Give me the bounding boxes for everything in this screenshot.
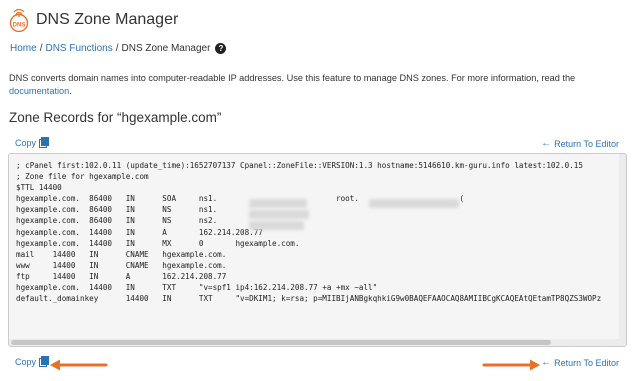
zone-record-line: hgexample.com. 14400 IN TXT "v=spf1 ip4:… xyxy=(16,283,378,293)
dns-satellite-icon: DNS xyxy=(8,6,30,32)
breadcrumb-separator: / xyxy=(115,43,119,54)
zone-record-line: www 14400 IN CNAME hgexample.com. xyxy=(16,260,227,270)
return-to-editor-button-bottom[interactable]: ← Return To Editor xyxy=(541,357,619,368)
vertical-scrollbar[interactable] xyxy=(619,154,626,346)
documentation-link[interactable]: documentation xyxy=(9,86,69,96)
horizontal-scrollbar[interactable] xyxy=(9,339,626,346)
breadcrumb-separator: / xyxy=(39,43,43,54)
redacted-block xyxy=(249,199,307,208)
description-text: DNS converts domain names into computer-… xyxy=(9,73,576,83)
return-label: Return To Editor xyxy=(554,138,619,149)
zone-record-line: hgexample.com. 14400 IN A 162.214.208.77 xyxy=(16,227,263,237)
breadcrumb: Home / DNS Functions / DNS Zone Manager … xyxy=(10,43,227,54)
zone-record-line: hgexample.com. 14400 IN MX 0 hgexample.c… xyxy=(16,238,300,248)
zone-record-line: hgexample.com. 86400 IN NS ns2. xyxy=(16,216,218,226)
redacted-block xyxy=(369,199,459,208)
zone-record-line: ; cPanel first:102.0.11 (update_time):16… xyxy=(16,161,583,170)
copy-button-bottom[interactable]: Copy xyxy=(15,355,50,367)
zone-records-box[interactable]: ; cPanel first:102.0.11 (update_time):16… xyxy=(8,153,627,347)
copy-icon xyxy=(39,136,50,148)
arrow-left-icon: ← xyxy=(541,357,552,368)
breadcrumb-home-link[interactable]: Home xyxy=(10,43,37,54)
return-to-editor-button-top[interactable]: ← Return To Editor xyxy=(541,138,619,149)
copy-icon xyxy=(39,355,50,367)
copy-label: Copy xyxy=(15,138,37,148)
breadcrumb-current: DNS Zone Manager xyxy=(121,43,211,54)
page-title: DNS Zone Manager xyxy=(36,11,179,28)
page-header: DNS DNS Zone Manager xyxy=(8,6,178,32)
copy-button-top[interactable]: Copy xyxy=(15,136,50,148)
orange-annotation-arrow-left xyxy=(50,359,108,371)
zone-record-line: ftp 14400 IN A 162.214.208.77 xyxy=(16,271,227,281)
question-circle-icon[interactable]: ? xyxy=(215,43,227,54)
page-description: DNS converts domain names into computer-… xyxy=(9,72,629,98)
copy-label: Copy xyxy=(15,357,37,367)
zone-record-line: $TTL 14400 xyxy=(16,183,62,193)
zone-records-text[interactable]: ; cPanel first:102.0.11 (update_time):16… xyxy=(9,154,626,310)
redacted-block xyxy=(249,210,309,219)
zone-records-title: Zone Records for “hgexample.com” xyxy=(9,110,222,125)
description-end: . xyxy=(69,86,72,96)
arrow-left-icon: ← xyxy=(541,138,552,149)
zone-record-line: default._domainkey 14400 IN TXT "v=DKIM1… xyxy=(16,294,602,304)
breadcrumb-dns-functions-link[interactable]: DNS Functions xyxy=(45,43,112,54)
horizontal-scrollbar-thumb[interactable] xyxy=(11,340,551,345)
dns-icon-label: DNS xyxy=(13,23,26,29)
zone-record-line: ; Zone file for hgexample.com xyxy=(16,172,149,182)
return-label: Return To Editor xyxy=(554,357,619,368)
redacted-block xyxy=(249,221,304,230)
zone-record-line: hgexample.com. 86400 IN NS ns1. xyxy=(16,205,218,215)
zone-record-line: mail 14400 IN CNAME hgexample.com. xyxy=(16,249,227,259)
orange-annotation-arrow-right xyxy=(482,359,540,371)
